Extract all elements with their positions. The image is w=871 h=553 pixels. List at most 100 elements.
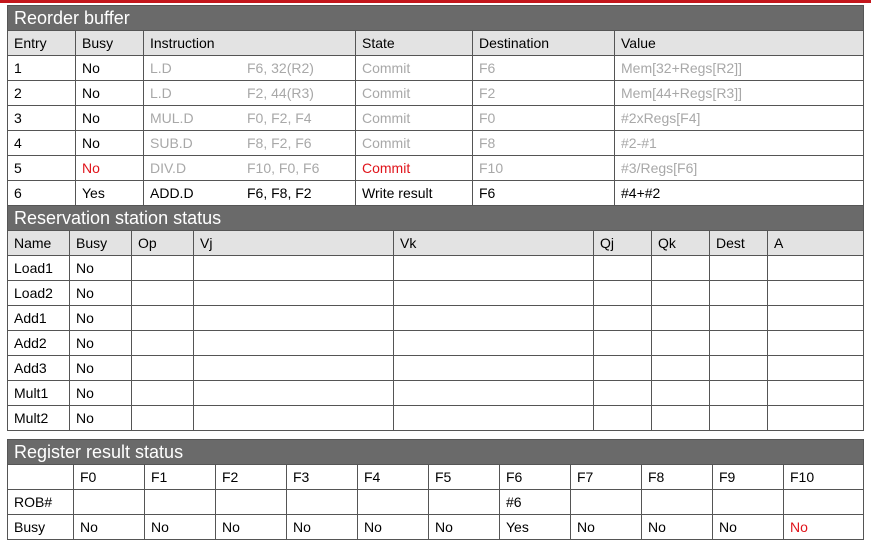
rs-busy: No — [69, 280, 132, 306]
regs-header-f4: F4 — [357, 464, 429, 490]
rob-instr-operands: F2, 44(R3) — [247, 85, 314, 101]
rs-vk — [393, 355, 594, 381]
regs-busy-f8: No — [641, 514, 713, 540]
rs-op — [131, 280, 194, 306]
rs-a — [766, 355, 865, 381]
rs-header-vk: Vk — [393, 230, 594, 256]
rs-qj — [593, 380, 652, 406]
rs-name: Mult1 — [7, 380, 70, 406]
rob-row-1: 1 No L.D F6, 32(R2) Commit F6 Mem[32+Regs… — [7, 55, 865, 81]
rob-state: Commit — [355, 155, 473, 181]
rs-qk — [651, 355, 710, 381]
rs-dest — [709, 255, 768, 281]
rob-header-state: State — [355, 30, 473, 56]
rs-vj — [193, 405, 394, 431]
rs-vj — [193, 255, 394, 281]
rob-entry: 3 — [7, 105, 76, 131]
rs-vj — [193, 355, 394, 381]
rs-name: Load2 — [7, 280, 70, 306]
rob-state: Commit — [355, 105, 473, 131]
reservation-station-title: Reservation station status — [6, 205, 865, 231]
register-result-title: Register result status — [6, 439, 865, 465]
rs-op — [131, 405, 194, 431]
regs-rob-f6: #6 — [499, 489, 571, 515]
rs-vk — [393, 330, 594, 356]
rob-instr-op: L.D — [150, 60, 172, 76]
regs-header-blank — [7, 464, 74, 490]
rob-header-value: Value — [613, 30, 865, 56]
rob-value: #3/Regs[F6] — [613, 155, 865, 181]
rs-vk — [393, 255, 594, 281]
rob-instr-operands: F10, F0, F6 — [247, 160, 320, 176]
rs-dest — [709, 305, 768, 331]
rs-vk — [393, 305, 594, 331]
rs-qk — [651, 405, 710, 431]
rob-header-instruction: Instruction — [143, 30, 356, 56]
rob-state: Commit — [355, 80, 473, 106]
rs-qk — [651, 280, 710, 306]
regs-header-f6: F6 — [499, 464, 571, 490]
rs-dest — [709, 330, 768, 356]
rs-busy: No — [69, 405, 132, 431]
regs-busy-f0: No — [73, 514, 145, 540]
rob-busy: No — [75, 130, 144, 156]
rob-instr-operands: F8, F2, F6 — [247, 135, 312, 151]
accent-line — [0, 0, 871, 3]
rs-busy: No — [69, 305, 132, 331]
regs-busy-f5: No — [428, 514, 500, 540]
rs-vk — [393, 380, 594, 406]
regs-rob-f4 — [357, 489, 429, 515]
rs-a — [766, 330, 865, 356]
rob-row-4: 4 No SUB.D F8, F2, F6 Commit F8 #2-#1 — [7, 130, 865, 156]
regs-rob-f1 — [144, 489, 216, 515]
rob-row-5: 5 No DIV.D F10, F0, F6 Commit F10 #3/Regs… — [7, 155, 865, 181]
rob-entry: 1 — [7, 55, 76, 81]
rob-state: Write result — [355, 180, 473, 206]
rob-header-row: Entry Busy Instruction State Destination… — [7, 30, 865, 56]
rob-instruction: DIV.D F10, F0, F6 — [143, 155, 356, 181]
rob-instr-op: L.D — [150, 85, 172, 101]
rs-row-load2: Load2 No — [7, 280, 865, 306]
rs-busy: No — [69, 380, 132, 406]
rob-destination: F2 — [472, 80, 615, 106]
regs-header-f8: F8 — [641, 464, 713, 490]
rs-qj — [593, 355, 652, 381]
rs-busy: No — [69, 355, 132, 381]
rs-name: Mult2 — [7, 405, 70, 431]
rob-entry: 6 — [7, 180, 76, 206]
regs-busy-f10: No — [782, 514, 865, 540]
rs-name: Add3 — [7, 355, 70, 381]
rob-busy: No — [75, 80, 144, 106]
register-result-table: Register result status F0 F1 F2 F3 F4 F5… — [6, 439, 865, 540]
regs-header-f0: F0 — [73, 464, 145, 490]
rs-dest — [709, 405, 768, 431]
rs-vk — [393, 405, 594, 431]
rs-op — [131, 255, 194, 281]
rs-qk — [651, 330, 710, 356]
rs-dest — [709, 280, 768, 306]
rob-instr-op: SUB.D — [150, 135, 193, 151]
rob-header-entry: Entry — [7, 30, 76, 56]
rs-header-vj: Vj — [193, 230, 394, 256]
rob-entry: 5 — [7, 155, 76, 181]
rs-name: Add2 — [7, 330, 70, 356]
rs-header-dest: Dest — [709, 230, 768, 256]
regs-rob-f5 — [428, 489, 500, 515]
rs-op — [131, 305, 194, 331]
reservation-station-table: Reservation station status Name Busy Op … — [6, 205, 865, 431]
rs-op — [131, 330, 194, 356]
rs-qj — [593, 330, 652, 356]
rob-value: #4+#2 — [613, 180, 865, 206]
reorder-buffer-title: Reorder buffer — [6, 5, 865, 31]
rs-name: Add1 — [7, 305, 70, 331]
rob-busy: No — [75, 105, 144, 131]
rob-busy: No — [75, 55, 144, 81]
rob-state: Commit — [355, 130, 473, 156]
rob-instruction: L.D F6, 32(R2) — [143, 55, 356, 81]
rs-qj — [593, 405, 652, 431]
rs-header-name: Name — [7, 230, 70, 256]
regs-busy-label: Busy — [7, 514, 74, 540]
regs-rob-row: ROB# #6 — [7, 489, 865, 515]
regs-busy-f6: Yes — [499, 514, 571, 540]
regs-header-f5: F5 — [428, 464, 500, 490]
